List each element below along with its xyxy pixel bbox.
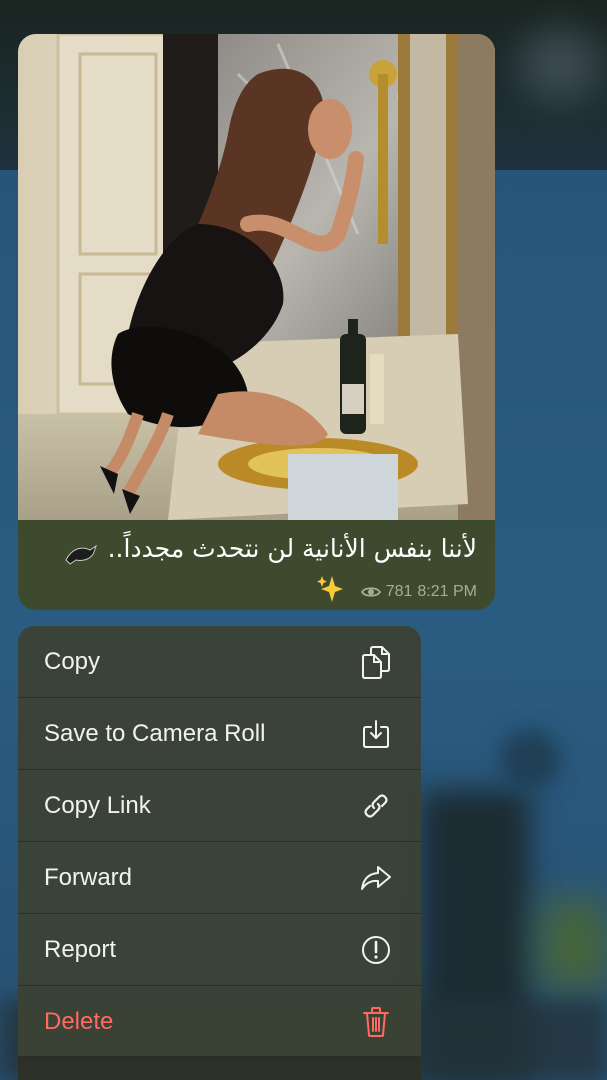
eye-views-icon bbox=[360, 585, 381, 599]
menu-item-label: Delete bbox=[44, 1008, 114, 1035]
menu-item-label: Forward bbox=[44, 864, 133, 891]
menu-item-label: Copy Link bbox=[44, 792, 151, 819]
message-time: 8:21 PM bbox=[417, 583, 477, 600]
message-photo[interactable] bbox=[18, 34, 495, 520]
menu-item-label: Save to Camera Roll bbox=[44, 720, 266, 747]
view-count: 781 bbox=[385, 583, 413, 600]
menu-item-label: Copy bbox=[44, 648, 101, 675]
save-download-icon bbox=[359, 717, 393, 751]
forward-arrow-icon bbox=[359, 861, 393, 895]
menu-item-forward[interactable]: Forward bbox=[18, 842, 421, 914]
link-icon bbox=[359, 789, 393, 823]
menu-item-delete[interactable]: Delete bbox=[18, 986, 421, 1058]
trash-icon bbox=[359, 1005, 393, 1039]
menu-footer bbox=[18, 1058, 421, 1080]
menu-item-label: Report bbox=[44, 936, 117, 963]
menu-item-copy-link[interactable]: Copy Link bbox=[18, 770, 421, 842]
context-menu: Copy Save to Camera Roll Copy Link Forwa… bbox=[18, 626, 421, 1080]
message-bubble[interactable]: لأننا بنفس الأنانية لن نتحدث مجدداً.. 78… bbox=[18, 34, 495, 610]
message-meta: 781 8:21 PM bbox=[32, 574, 477, 610]
copy-icon bbox=[359, 645, 393, 679]
menu-item-report[interactable]: Report bbox=[18, 914, 421, 986]
menu-item-save-to-camera-roll[interactable]: Save to Camera Roll bbox=[18, 698, 421, 770]
sparkles-emoji-icon bbox=[316, 574, 344, 604]
menu-item-copy[interactable]: Copy bbox=[18, 626, 421, 698]
exclamation-circle-icon bbox=[359, 933, 393, 967]
crow-emoji-icon bbox=[64, 538, 98, 565]
caption-text: لأننا بنفس الأنانية لن نتحدث مجدداً.. bbox=[107, 534, 477, 563]
message-caption: لأننا بنفس الأنانية لن نتحدث مجدداً.. bbox=[32, 529, 477, 569]
